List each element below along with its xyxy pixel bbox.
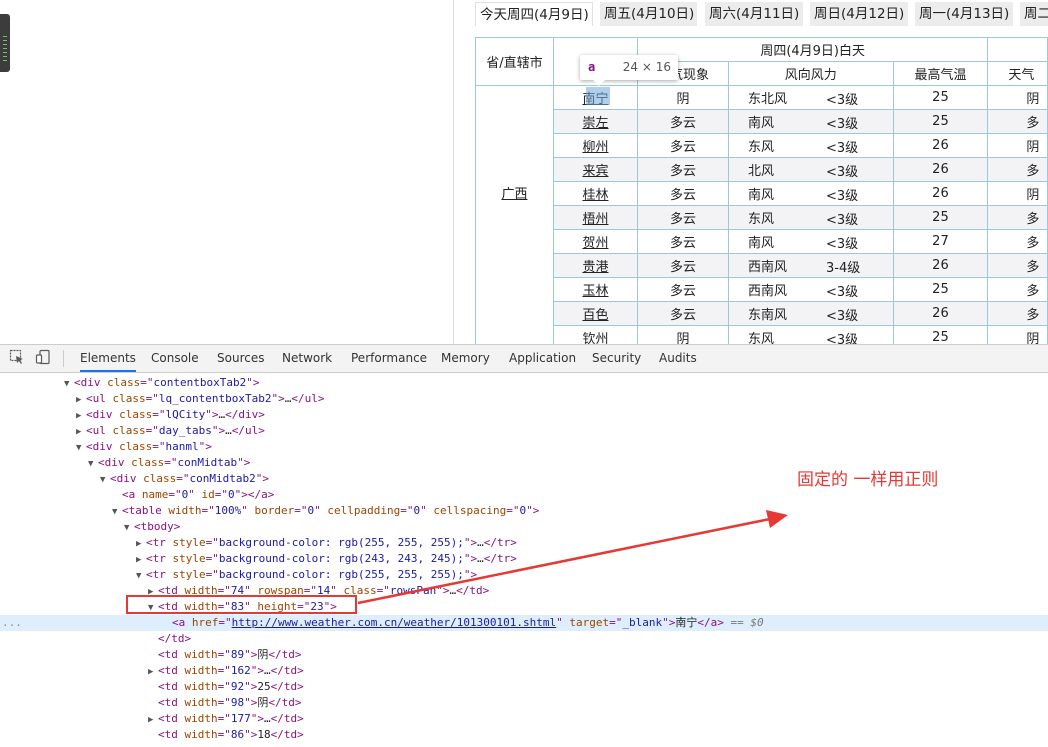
- annotation-text: 固定的 一样用正则: [797, 470, 939, 490]
- annotation-arrow: [357, 510, 788, 605]
